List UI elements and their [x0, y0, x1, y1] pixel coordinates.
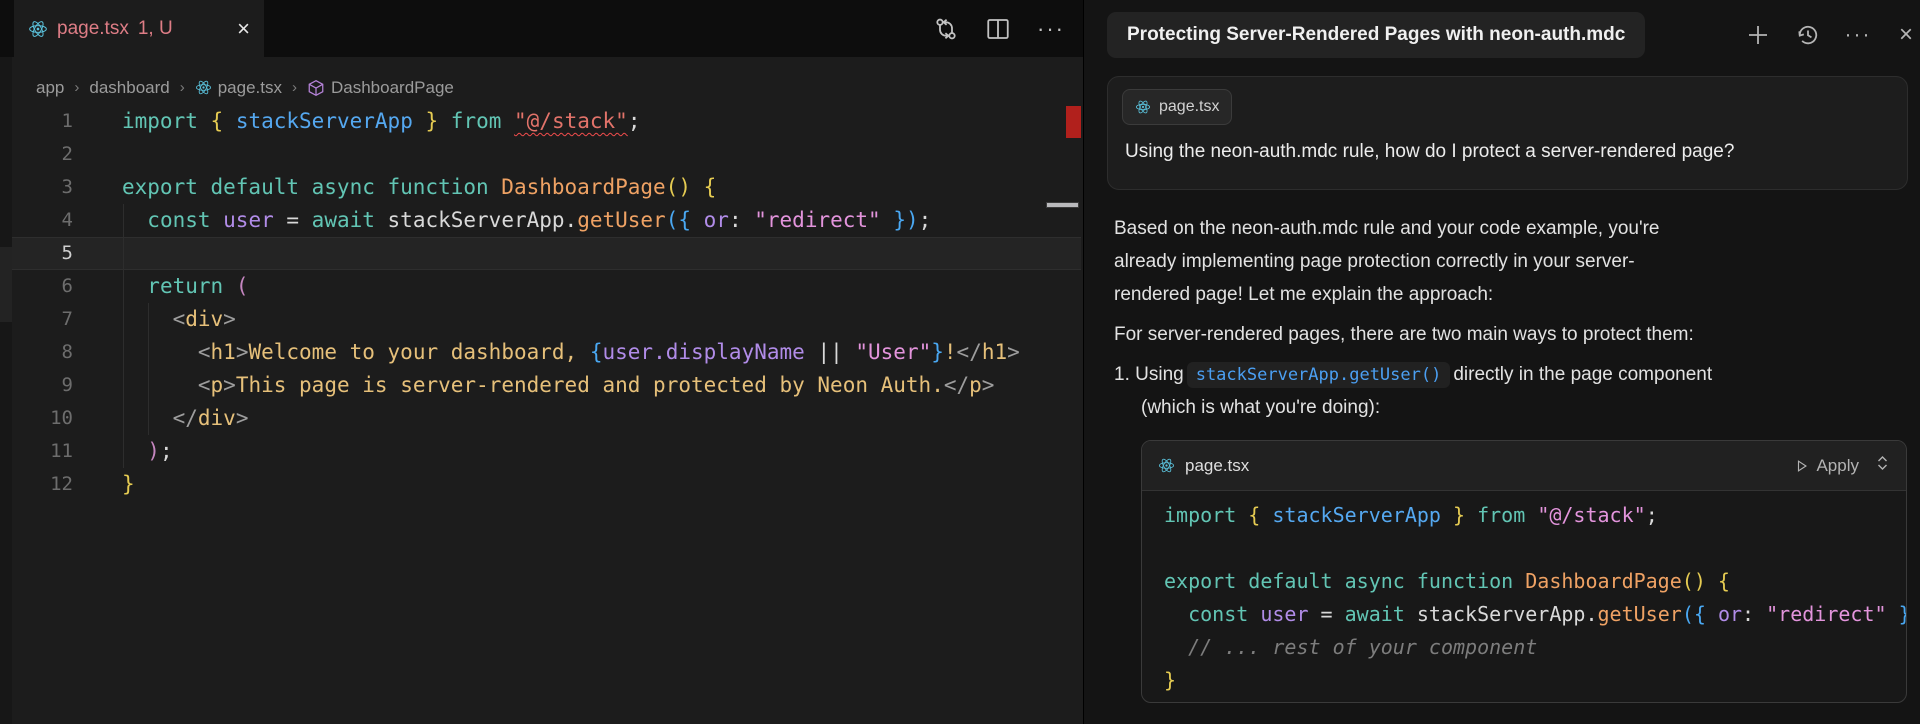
tab-close-icon[interactable]: × — [237, 18, 250, 40]
breadcrumb-separator: › — [292, 79, 297, 96]
code-block-line: } — [1164, 664, 1907, 697]
react-icon — [28, 19, 48, 39]
assistant-paragraph: For server-rendered pages, there are two… — [1114, 318, 1694, 351]
assistant-list-item-line2: (which is what you're doing): — [1141, 391, 1380, 424]
tab-page-tsx[interactable]: page.tsx 1, U × — [14, 0, 264, 57]
code-block-filename: page.tsx — [1185, 456, 1249, 476]
code-line: 9 <p>This page is server-rendered and pr… — [0, 369, 1083, 402]
user-message-text: Using the neon-auth.mdc rule, how do I p… — [1125, 141, 1734, 163]
chip-filename: page.tsx — [1159, 98, 1219, 116]
editor-tab-bar: page.tsx 1, U × ··· — [0, 0, 1083, 57]
ai-chat-panel: Protecting Server-Rendered Pages with ne… — [1083, 0, 1920, 724]
user-message-card: page.tsx Using the neon-auth.mdc rule, h… — [1107, 76, 1908, 190]
expand-collapse-icon[interactable] — [1875, 453, 1890, 478]
code-line: 8 <h1>Welcome to your dashboard, {user.d… — [0, 336, 1083, 369]
chat-close-icon[interactable]: × — [1892, 21, 1920, 49]
code-block-line: import { stackServerApp } from "@/stack"… — [1164, 499, 1907, 532]
code-line: 6 return ( — [0, 270, 1083, 303]
tab-filename: page.tsx — [57, 18, 129, 40]
breadcrumb-separator: › — [74, 79, 79, 96]
code-line: 7 <div> — [0, 303, 1083, 336]
code-line: 5 — [0, 237, 1083, 270]
assistant-paragraph: Based on the neon-auth.mdc rule and your… — [1114, 212, 1659, 311]
attached-file-chip[interactable]: page.tsx — [1122, 89, 1232, 125]
code-block-header: page.tsx Apply — [1142, 441, 1906, 491]
play-icon — [1795, 459, 1809, 473]
code-block-line: const user = await stackServerApp.getUse… — [1164, 598, 1907, 631]
editor-toolbar: ··· — [933, 0, 1065, 57]
chat-code-block: page.tsx Apply import { stackServerApp }… — [1141, 440, 1907, 703]
react-icon — [1158, 457, 1175, 474]
code-line: 3export default async function Dashboard… — [0, 171, 1083, 204]
code-line: 2 — [0, 138, 1083, 171]
new-chat-icon[interactable] — [1744, 21, 1772, 49]
code-line: 10 </div> — [0, 402, 1083, 435]
breadcrumb-page-tsx[interactable]: page.tsx — [195, 78, 282, 98]
code-block-actions: Apply — [1795, 453, 1890, 478]
code-block-line: // ... rest of your component — [1164, 631, 1907, 664]
tab-status-badge: 1, U — [138, 18, 173, 40]
code-line: 1import { stackServerApp } from "@/stack… — [0, 105, 1083, 138]
breadcrumb: app › dashboard › page.tsx › DashboardPa… — [36, 71, 454, 104]
assistant-list-item: 1. UsingstackServerApp.getUser()directly… — [1114, 358, 1712, 392]
apply-button[interactable]: Apply — [1795, 456, 1859, 476]
breadcrumb-separator: › — [180, 79, 185, 96]
overview-ruler-cursor-marker — [1046, 202, 1079, 208]
open-changes-icon[interactable] — [933, 16, 959, 42]
inline-code: stackServerApp.getUser() — [1187, 362, 1451, 388]
split-editor-icon[interactable] — [985, 16, 1011, 42]
breadcrumb-symbol[interactable]: DashboardPage — [307, 78, 454, 98]
overview-ruler-error-marker — [1066, 106, 1081, 138]
code-block-line — [1164, 532, 1907, 565]
app-window: page.tsx 1, U × ··· — [0, 0, 1920, 724]
code-block-line: export default async function DashboardP… — [1164, 565, 1907, 598]
editor-more-actions-icon[interactable]: ··· — [1037, 16, 1065, 42]
breadcrumb-app[interactable]: app — [36, 78, 64, 98]
chat-more-icon[interactable]: ··· — [1844, 21, 1872, 49]
chat-history-icon[interactable] — [1794, 21, 1822, 49]
code-line: 4 const user = await stackServerApp.getU… — [0, 204, 1083, 237]
breadcrumb-dashboard[interactable]: dashboard — [89, 78, 169, 98]
code-editor[interactable]: 1import { stackServerApp } from "@/stack… — [0, 105, 1083, 724]
chat-title-pill[interactable]: Protecting Server-Rendered Pages with ne… — [1107, 12, 1645, 58]
editor-left-gutter-strip — [0, 57, 12, 724]
code-block-body: import { stackServerApp } from "@/stack"… — [1164, 499, 1907, 697]
class-cube-icon — [307, 79, 325, 97]
react-icon — [1135, 99, 1151, 115]
code-line: 12} — [0, 468, 1083, 501]
editor-pane: page.tsx 1, U × ··· — [0, 0, 1083, 724]
react-icon — [195, 79, 212, 96]
code-line: 11 ); — [0, 435, 1083, 468]
gutter-strip-segment — [0, 247, 12, 322]
